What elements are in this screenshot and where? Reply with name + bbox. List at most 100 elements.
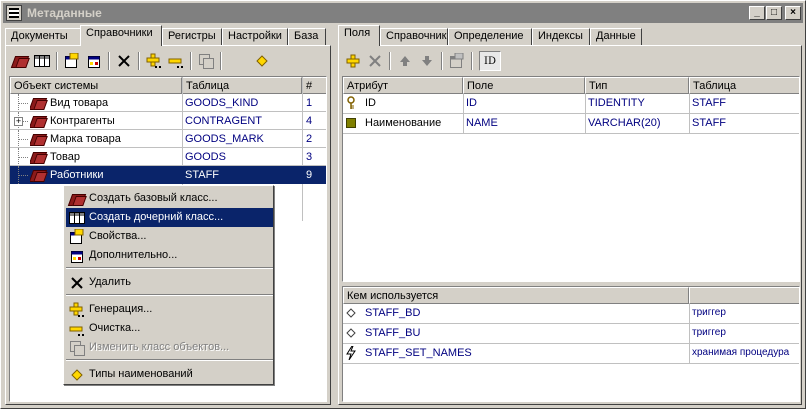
tree-row[interactable]: Вид товара GOODS_KIND 1: [10, 94, 326, 112]
toolbar-separator: [138, 52, 140, 70]
table-icon: [34, 55, 50, 67]
column-header-type[interactable]: Тип: [585, 77, 689, 94]
menu-separator: [66, 359, 273, 361]
tab-database[interactable]: База: [288, 28, 326, 45]
menu-item[interactable]: Создать дочерний класс...: [66, 208, 273, 227]
tab-label: Поля: [344, 27, 371, 39]
usage-row[interactable]: STAFF_BD триггер: [343, 304, 799, 324]
remove-field-button[interactable]: [365, 51, 385, 71]
menu-item[interactable]: Создать базовый класс...: [66, 189, 273, 208]
name-types-button[interactable]: [252, 51, 272, 71]
tree-item-name: Марка товара: [50, 133, 121, 145]
menu-item[interactable]: Свойства...: [66, 227, 273, 246]
tab-indexes[interactable]: Индексы: [532, 28, 590, 45]
id-button-label: ID: [484, 55, 496, 67]
column-header-table[interactable]: Таблица: [182, 77, 302, 94]
tab-settings[interactable]: Настройки: [222, 28, 288, 45]
usage-object-kind: триггер: [692, 327, 726, 338]
field-icon: [346, 114, 360, 132]
title-bar[interactable]: Метаданные _ □ ×: [3, 3, 803, 23]
tree-row[interactable]: Товар GOODS 3: [10, 148, 326, 166]
move-up-button[interactable]: [395, 51, 415, 71]
delete-icon: [118, 55, 130, 67]
field-properties-button[interactable]: [447, 51, 467, 71]
tree-row[interactable]: Работники STAFF 9: [10, 166, 326, 184]
new-child-class-button[interactable]: [32, 51, 52, 71]
field-row[interactable]: Наименование NAME VARCHAR(20) STAFF: [343, 114, 799, 134]
change-class-icon: [199, 54, 214, 69]
menu-item[interactable]: Удалить: [66, 273, 273, 292]
tree-row[interactable]: Марка товара GOODS_MARK 2: [10, 130, 326, 148]
grid-line: [585, 94, 586, 134]
tree-item-name: Работники: [50, 169, 104, 181]
usage-grid[interactable]: Кем используется STAFF_BD триггер STAFF_BU…: [342, 286, 800, 402]
window-title: Метаданные: [27, 6, 102, 20]
tree-item-name: Вид товара: [50, 97, 109, 109]
add-field-button[interactable]: [343, 51, 363, 71]
tab-definition[interactable]: Определение: [448, 28, 532, 45]
column-header-table[interactable]: Таблица: [689, 77, 799, 94]
new-base-class-button[interactable]: [10, 51, 30, 71]
generate-icon: [146, 53, 161, 68]
left-toolbar: [8, 48, 328, 74]
extra-properties-button[interactable]: [84, 51, 104, 71]
tree-row[interactable]: + Контрагенты CONTRAGENT 4: [10, 112, 326, 130]
book-icon: [69, 191, 85, 206]
menu-item-label: Создать дочерний класс...: [89, 211, 224, 223]
properties-button[interactable]: [62, 51, 82, 71]
plus-icon: [346, 54, 360, 68]
clear-button[interactable]: [166, 51, 186, 71]
close-button[interactable]: ×: [785, 6, 801, 20]
panel-splitter[interactable]: [332, 25, 337, 405]
usage-row[interactable]: STAFF_SET_NAMES хранимая процедура: [343, 344, 799, 364]
menu-separator: [66, 294, 273, 296]
tab-references[interactable]: Справочники: [80, 25, 162, 46]
tab-label: Документы: [11, 30, 68, 42]
delete-button[interactable]: [114, 51, 134, 71]
tab-reference[interactable]: Справочник: [380, 28, 448, 45]
table-icon: [69, 210, 85, 225]
generate-button[interactable]: [144, 51, 164, 71]
tree-item-icon-cell: [30, 130, 48, 148]
tree-item-icon-cell: [30, 166, 48, 184]
change-class-button[interactable]: [196, 51, 216, 71]
id-toggle-button[interactable]: ID: [479, 51, 501, 71]
book-icon: [12, 54, 28, 68]
field-row[interactable]: ID ID TIDENTITY STAFF: [343, 94, 799, 114]
usage-row[interactable]: STAFF_BU триггер: [343, 324, 799, 344]
move-down-button[interactable]: [417, 51, 437, 71]
column-header-number[interactable]: #: [302, 77, 326, 94]
tab-fields[interactable]: Поля: [338, 25, 380, 46]
column-header-field[interactable]: Поле: [463, 77, 585, 94]
properties-icon: [65, 53, 79, 68]
tree-item-icon-cell: [30, 94, 48, 112]
column-header-used-by[interactable]: Кем используется: [343, 287, 689, 304]
toolbar-separator: [56, 52, 58, 70]
diamond-icon: [69, 367, 85, 382]
menu-item[interactable]: Типы наименований: [66, 365, 273, 384]
menu-item[interactable]: Дополнительно...: [66, 246, 273, 265]
tree-item-number: 3: [306, 151, 313, 163]
tab-documents[interactable]: Документы: [5, 28, 81, 45]
change-class-icon: [69, 340, 85, 356]
column-header-kind[interactable]: [689, 287, 799, 304]
book-icon: [30, 114, 46, 128]
menu-item[interactable]: Генерация...: [66, 300, 273, 319]
tab-registers[interactable]: Регистры: [162, 28, 222, 45]
field-name: ID: [466, 97, 477, 109]
expand-toggle[interactable]: +: [14, 117, 23, 126]
menu-item[interactable]: Очистка...: [66, 319, 273, 338]
tree-item-icon-cell: [30, 148, 48, 166]
tree-header: Объект системы Таблица #: [10, 77, 326, 94]
usage-object-kind: хранимая процедура: [692, 347, 790, 358]
minimize-button[interactable]: _: [749, 6, 765, 20]
maximize-button[interactable]: □: [766, 6, 782, 20]
tab-data[interactable]: Данные: [590, 28, 642, 45]
column-header-attribute[interactable]: Атрибут: [343, 77, 463, 94]
field-type: VARCHAR(20): [588, 117, 661, 129]
toolbar-separator: [108, 52, 110, 70]
column-header-object[interactable]: Объект системы: [10, 77, 182, 94]
field-type: TIDENTITY: [588, 97, 645, 109]
tree-connector: [18, 175, 28, 176]
fields-grid[interactable]: Атрибут Поле Тип Таблица ID ID TIDENTITY ST…: [342, 76, 800, 282]
